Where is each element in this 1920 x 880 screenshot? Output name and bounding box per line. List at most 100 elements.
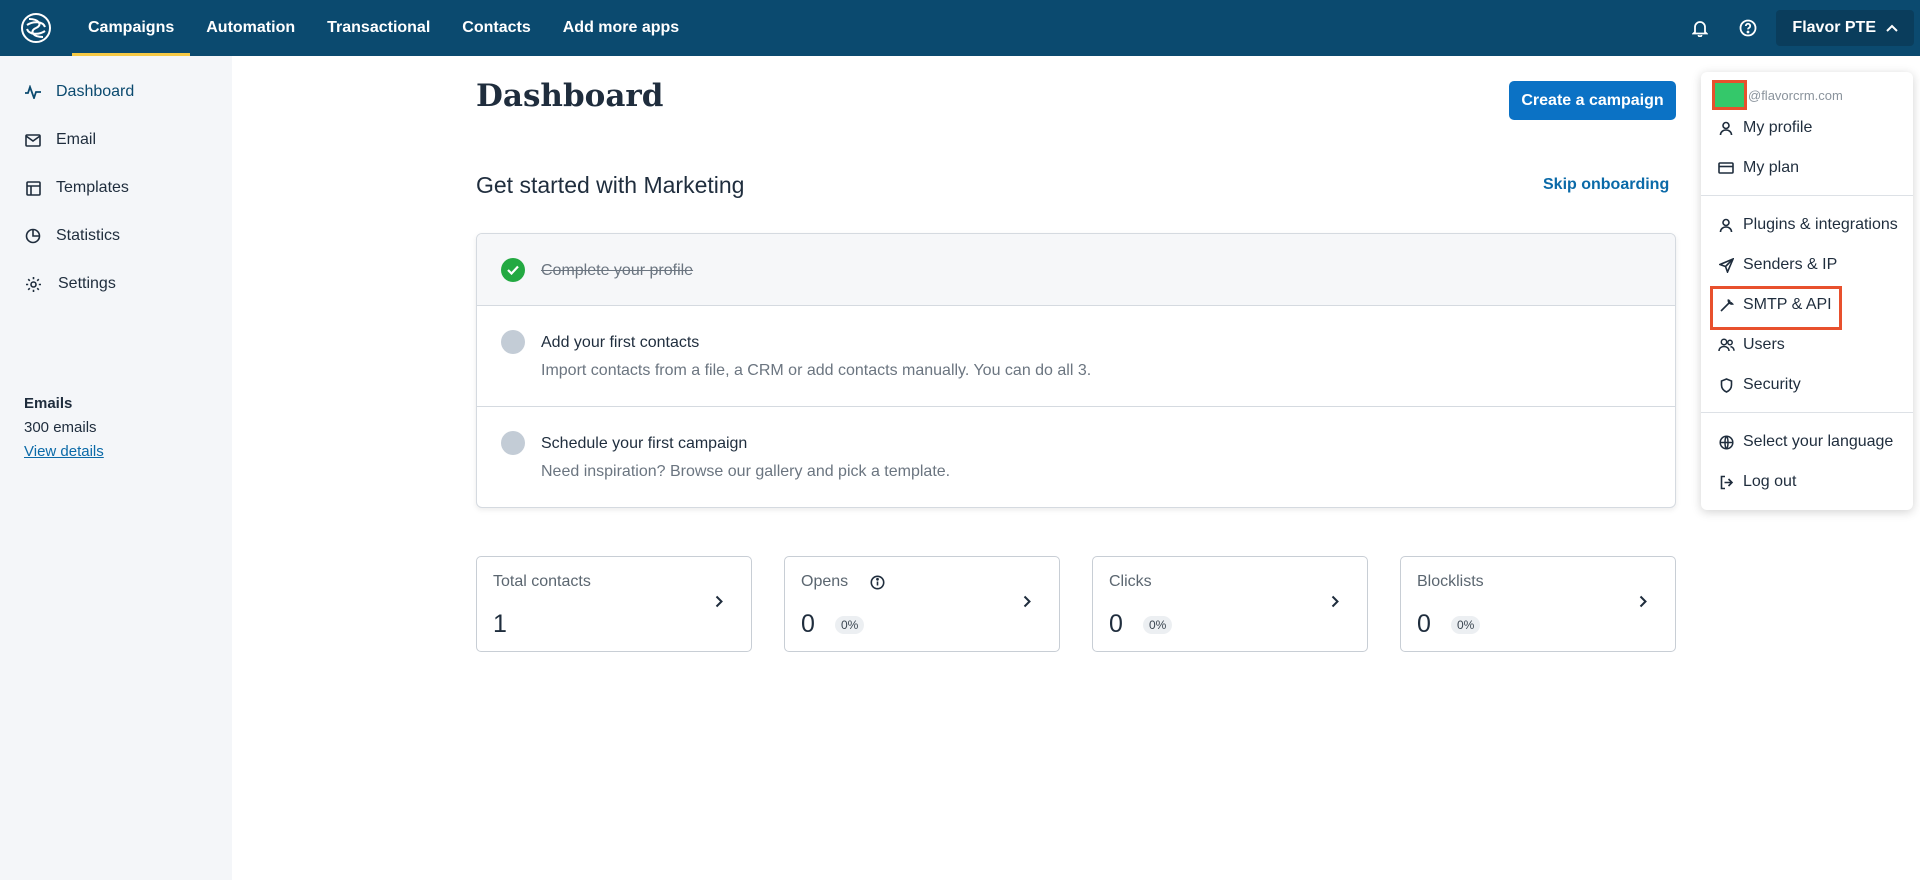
send-icon	[1717, 256, 1735, 274]
nav-transactional[interactable]: Transactional	[311, 0, 446, 56]
pending-dot-icon	[501, 330, 525, 354]
onboarding-step-campaign[interactable]: Schedule your first campaign Need inspir…	[477, 407, 1675, 507]
stat-percentage-badge: 0%	[1143, 616, 1173, 634]
sidebar-item-label: Statistics	[56, 227, 121, 244]
sidebar-item-label: Templates	[56, 179, 129, 196]
account-dropdown-menu: @flavorcrm.com My profile My plan Plugin…	[1701, 72, 1913, 510]
stats-cards: Total contacts 1 Opens 0 0% Clicks 0 0% …	[476, 556, 1676, 652]
menu-item-label: Senders & IP	[1743, 256, 1838, 273]
nav-add-more-apps[interactable]: Add more apps	[547, 0, 695, 56]
menu-item-my-plan[interactable]: My plan	[1701, 150, 1913, 186]
stat-value: 0	[1109, 610, 1123, 638]
mail-icon	[24, 131, 42, 149]
globe-icon	[1717, 433, 1735, 451]
top-navigation-bar: Campaigns Automation Transactional Conta…	[0, 0, 1920, 56]
gear-icon	[24, 275, 42, 293]
onboarding-step-contacts[interactable]: Add your first contacts Import contacts …	[477, 306, 1675, 407]
sidebar-item-email[interactable]: Email	[0, 116, 232, 164]
onboarding-step-profile[interactable]: Complete your profile	[477, 234, 1675, 306]
user-icon	[1717, 216, 1735, 234]
stat-percentage-badge: 0%	[1451, 616, 1481, 634]
nav-automation[interactable]: Automation	[190, 0, 311, 56]
chevron-right-icon	[1023, 595, 1031, 613]
menu-item-security[interactable]: Security	[1701, 367, 1913, 403]
account-name: Flavor PTE	[1792, 19, 1876, 36]
email-credits: Emails 300 emails View details	[24, 392, 104, 464]
menu-item-log-out[interactable]: Log out	[1701, 464, 1913, 500]
chevron-up-icon	[1886, 24, 1898, 32]
pie-chart-icon	[24, 227, 42, 245]
layout-icon	[24, 179, 42, 197]
menu-item-users[interactable]: Users	[1701, 327, 1913, 363]
onboarding-title: Get started with Marketing	[476, 172, 745, 198]
credits-title: Emails	[24, 395, 73, 412]
credit-card-icon	[1717, 159, 1735, 177]
account-email: @flavorcrm.com	[1748, 87, 1843, 103]
menu-item-label: Security	[1743, 376, 1801, 393]
chevron-right-icon	[715, 595, 723, 613]
page-title: Dashboard	[476, 78, 664, 114]
stat-label: Clicks	[1109, 573, 1152, 590]
sidebar: Dashboard Email Templates Statistics Set…	[0, 56, 232, 880]
avatar	[1712, 80, 1747, 110]
sidebar-item-statistics[interactable]: Statistics	[0, 212, 232, 260]
stat-card-clicks[interactable]: Clicks 0 0%	[1092, 556, 1368, 652]
sidebar-item-label: Email	[56, 131, 97, 148]
check-icon	[501, 258, 525, 282]
onboarding-checklist: Complete your profile Add your first con…	[476, 233, 1676, 508]
step-title: Schedule your first campaign	[541, 435, 748, 452]
menu-item-label: My profile	[1743, 119, 1813, 136]
step-description: Import contacts from a file, a CRM or ad…	[541, 362, 1092, 379]
stat-label: Total contacts	[493, 573, 591, 590]
stat-card-blocklists[interactable]: Blocklists 0 0%	[1400, 556, 1676, 652]
stat-card-total-contacts[interactable]: Total contacts 1	[476, 556, 752, 652]
sidebar-item-dashboard[interactable]: Dashboard	[0, 68, 232, 116]
account-header: @flavorcrm.com	[1712, 80, 1843, 110]
menu-item-label: Users	[1743, 336, 1785, 353]
menu-item-label: Log out	[1743, 473, 1797, 490]
menu-item-label: Plugins & integrations	[1743, 216, 1898, 233]
menu-item-label: My plan	[1743, 159, 1800, 176]
highlight-box	[1710, 286, 1842, 330]
chevron-right-icon	[1639, 595, 1647, 613]
skip-onboarding-link[interactable]: Skip onboarding	[1543, 176, 1669, 194]
menu-item-label: Select your language	[1743, 433, 1894, 450]
credits-value: 300 emails	[24, 419, 97, 436]
stat-label: Blocklists	[1417, 573, 1484, 590]
step-title: Add your first contacts	[541, 334, 700, 351]
stat-value: 0	[801, 610, 815, 638]
bell-icon[interactable]	[1676, 0, 1724, 56]
activity-icon	[24, 83, 42, 101]
account-menu-button[interactable]: Flavor PTE	[1776, 10, 1914, 46]
menu-item-senders-ip[interactable]: Senders & IP	[1701, 247, 1913, 283]
stat-percentage-badge: 0%	[835, 616, 865, 634]
app-logo-icon[interactable]	[0, 0, 72, 56]
menu-item-plugins-integrations[interactable]: Plugins & integrations	[1701, 207, 1913, 243]
top-right-controls: Flavor PTE	[1676, 0, 1914, 56]
main-nav: Campaigns Automation Transactional Conta…	[72, 0, 695, 56]
menu-item-my-profile[interactable]: My profile	[1701, 110, 1913, 146]
menu-divider	[1701, 195, 1913, 196]
nav-contacts[interactable]: Contacts	[446, 0, 546, 56]
logout-icon	[1717, 473, 1735, 491]
help-icon[interactable]	[1724, 0, 1772, 56]
stat-value: 1	[493, 610, 507, 638]
menu-divider	[1701, 412, 1913, 413]
info-icon[interactable]	[870, 575, 885, 590]
nav-campaigns[interactable]: Campaigns	[72, 0, 191, 56]
users-icon	[1717, 336, 1735, 354]
sidebar-item-templates[interactable]: Templates	[0, 164, 232, 212]
pending-dot-icon	[501, 431, 525, 455]
view-details-link[interactable]: View details	[24, 443, 104, 460]
step-description: Need inspiration? Browse our gallery and…	[541, 463, 951, 480]
menu-item-select-language[interactable]: Select your language	[1701, 424, 1913, 460]
stat-card-opens[interactable]: Opens 0 0%	[784, 556, 1060, 652]
create-campaign-button[interactable]: Create a campaign	[1509, 81, 1676, 120]
stat-label-row: Opens	[801, 573, 885, 591]
stat-value: 0	[1417, 610, 1431, 638]
chevron-right-icon	[1331, 595, 1339, 613]
stat-label: Opens	[801, 573, 849, 590]
step-title: Complete your profile	[541, 262, 694, 279]
user-icon	[1717, 119, 1735, 137]
sidebar-item-settings[interactable]: Settings	[0, 260, 232, 308]
